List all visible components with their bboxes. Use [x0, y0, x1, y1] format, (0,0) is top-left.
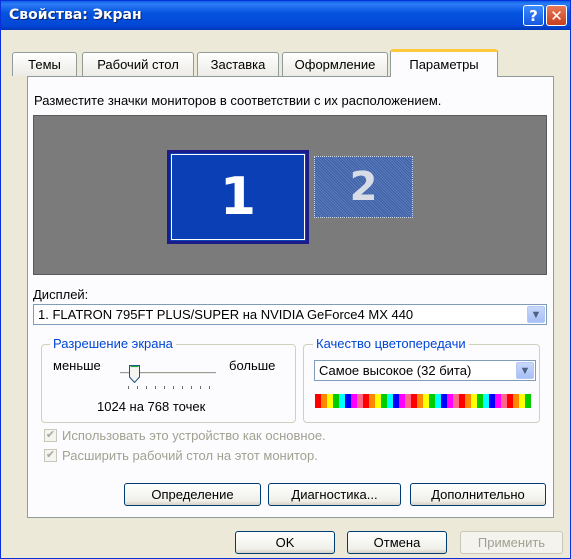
display-select-value: 1. FLATRON 795FT PLUS/SUPER на NVIDIA Ge… — [38, 307, 414, 322]
ok-button[interactable]: OK — [235, 531, 335, 554]
primary-device-checkbox[interactable]: ✔ — [44, 429, 57, 442]
resolution-legend: Разрешение экрана — [50, 336, 176, 351]
resolution-value: 1024 на 768 точек — [97, 399, 206, 414]
color-quality-legend: Качество цветопередачи — [313, 336, 469, 351]
resolution-slider-thumb[interactable] — [128, 365, 140, 383]
extend-desktop-label: Расширить рабочий стол на этот монитор. — [62, 448, 318, 463]
checkmark-icon: ✔ — [45, 449, 56, 461]
display-properties-window: Свойства: Экран ? ✕ Темы Рабочий стол За… — [0, 0, 571, 559]
monitor-2-number: 2 — [349, 164, 378, 210]
help-icon: ? — [529, 6, 538, 25]
monitor-1-number: 1 — [219, 167, 257, 227]
checkmark-icon: ✔ — [45, 429, 56, 441]
troubleshoot-button[interactable]: Диагностика... — [268, 483, 401, 506]
color-quality-value: Самое высокое (32 бита) — [319, 363, 472, 378]
title-bar[interactable]: Свойства: Экран ? ✕ — [1, 1, 570, 30]
display-select[interactable]: 1. FLATRON 795FT PLUS/SUPER на NVIDIA Ge… — [33, 304, 547, 325]
tab-appearance[interactable]: Оформление — [282, 52, 388, 76]
identify-button[interactable]: Определение — [124, 483, 261, 506]
tab-screensaver[interactable]: Заставка — [197, 52, 279, 76]
resolution-less-label: меньше — [53, 358, 101, 373]
monitor-2-icon[interactable]: 2 — [314, 156, 413, 218]
apply-button[interactable]: Применить — [460, 531, 563, 554]
window-title: Свойства: Экран — [9, 7, 142, 23]
cancel-button[interactable]: Отмена — [347, 531, 447, 554]
close-icon: ✕ — [550, 6, 563, 25]
chevron-down-icon[interactable]: ▼ — [516, 362, 534, 379]
close-button[interactable]: ✕ — [546, 5, 567, 26]
tab-desktop[interactable]: Рабочий стол — [82, 52, 194, 76]
tab-themes[interactable]: Темы — [12, 52, 77, 76]
help-button[interactable]: ? — [523, 5, 544, 26]
instructions-text: Разместите значки мониторов в соответств… — [34, 93, 442, 108]
color-preview-bar — [315, 394, 531, 408]
monitor-1-icon[interactable]: 1 — [167, 150, 309, 244]
chevron-down-icon[interactable]: ▼ — [527, 306, 545, 323]
tab-settings[interactable]: Параметры — [390, 49, 498, 77]
advanced-button[interactable]: Дополнительно — [410, 483, 546, 506]
extend-desktop-checkbox[interactable]: ✔ — [44, 449, 57, 462]
resolution-slider-ticks — [128, 386, 210, 389]
color-quality-group — [303, 344, 540, 423]
display-label: Дисплей: — [33, 287, 89, 302]
resolution-more-label: больше — [229, 358, 276, 373]
color-quality-select[interactable]: Самое высокое (32 бита) ▼ — [314, 360, 536, 381]
primary-device-label: Использовать это устройство как основное… — [62, 428, 326, 443]
